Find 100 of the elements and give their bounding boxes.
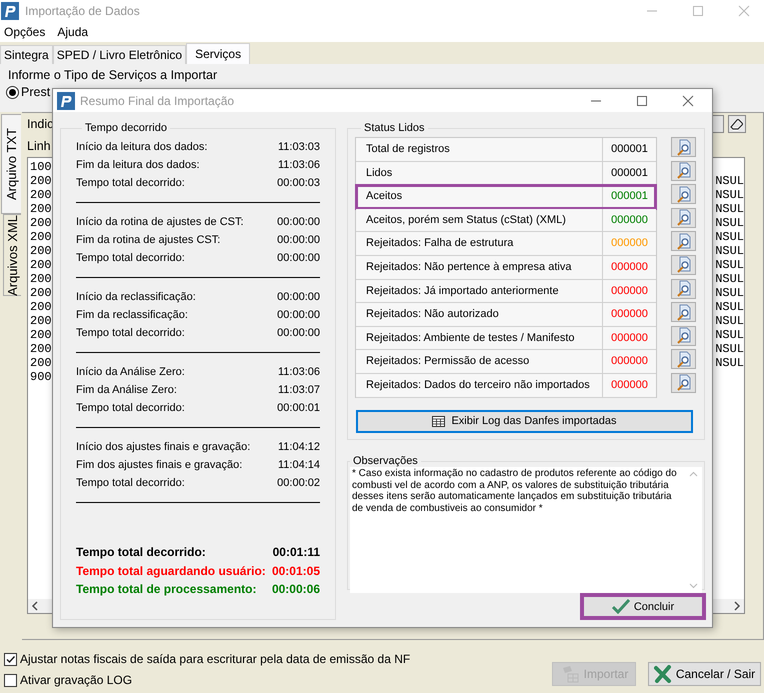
view-details-button[interactable] [671,231,696,252]
time-value: 11:03:03 [278,140,320,155]
time-label: Início dos ajustes finais e gravação: [76,440,250,455]
checkbox-label: Ajustar notas fiscais de saída para escriturar pela data de emissão da NF [20,652,410,666]
group-title: Observações [352,455,419,467]
eraser-button[interactable] [728,115,746,133]
log-line-end: NSUL [715,314,744,328]
log-line-start: 200 [30,356,52,370]
view-details-button[interactable] [671,326,696,346]
log-line-start: 200 [30,314,52,328]
log-line-end: NSUL [715,202,744,216]
tab[interactable]: SPED / Livro Eletrônico [52,45,186,64]
time-value: 00:01:11 [272,544,320,561]
time-value: 11:04:12 [278,440,320,455]
log-line-end: NSUL [715,272,744,286]
scroll-right-icon[interactable] [733,601,741,611]
time-value: 00:00:00 [277,290,320,305]
view-details-button[interactable] [671,349,696,370]
time-value: 11:04:14 [278,458,320,473]
status-label: Aceitos, porém sem Status (cStat) (XML) [356,208,602,232]
log-line-end: NSUL [715,174,744,188]
time-label: Tempo total de processamento: [76,581,256,598]
time-value: 00:00:01 [277,401,320,416]
view-details-button[interactable] [671,208,696,228]
status-count: 000000 [602,350,656,373]
view-details-button[interactable] [671,254,696,275]
close-icon[interactable] [682,94,694,106]
status-label: Rejeitados: Permissão de acesso [356,350,602,373]
tab[interactable]: Serviços [186,43,250,64]
document-search-icon [676,280,692,298]
dialog-title: Resumo Final da Importação [80,94,236,108]
time-label: Tempo total decorrido: [76,401,185,416]
log-line-start: 200 [30,230,52,244]
time-value: 00:01:05 [272,562,320,580]
status-count: 000000 [602,303,656,326]
log-line-end: NSUL [715,300,744,314]
cancel-button[interactable]: Cancelar / Sair [648,662,761,686]
document-search-icon [676,162,692,180]
log-line-end: NSUL [715,258,744,272]
log-line-end: NSUL [715,342,744,356]
document-search-icon [676,256,692,274]
finish-button[interactable]: Concluir [580,593,706,620]
status-count: 000000 [602,208,656,232]
time-label: Fim da Análise Zero: [76,383,177,398]
status-count: 000000 [602,256,656,279]
view-details-button[interactable] [671,160,696,181]
status-label: Rejeitados: Não autorizado [356,303,602,326]
checkbox[interactable] [4,674,17,686]
field-label: Indic [27,116,54,133]
log-line-end: NSUL [715,328,744,342]
log-line-end: NSUL [715,230,744,244]
status-count: 000001 [602,162,656,184]
time-value: 00:00:00 [277,251,320,266]
group-title: Status Lidos [363,122,426,134]
status-count: 000001 [602,138,656,161]
log-line-end: NSUL [715,356,744,370]
view-details-button[interactable] [671,278,696,299]
maximize-icon[interactable] [636,94,648,106]
radio-label: Prest [21,85,50,99]
status-label: Rejeitados: Não pertence à empresa ativa [356,256,602,279]
side-tab[interactable]: Arquivo TXT [1,114,21,214]
status-label: Rejeitados: Ambiente de testes / Manifesto [356,326,602,350]
menu-item[interactable]: Opções [4,24,46,40]
cancel-icon [654,665,672,683]
log-line-end: NSUL [715,244,744,258]
log-line-start: 200 [30,342,52,356]
status-label: Total de registros [356,138,602,161]
time-value: 00:00:02 [277,476,320,491]
log-line-end: NSUL [715,188,744,202]
document-search-icon [676,186,692,203]
time-label: Início da reclassificação: [76,290,196,305]
document-search-icon [676,232,692,250]
checkbox-label: Ativar gravação LOG [20,673,132,687]
menu-item[interactable]: Ajuda [57,24,88,40]
window-title: Importação de Dados [25,4,141,18]
document-search-icon [676,304,692,321]
time-label: Início da Análise Zero: [76,365,185,380]
tab[interactable]: Sintegra [0,45,53,64]
status-label: Rejeitados: Falha de estrutura [356,232,602,255]
time-label: Tempo total decorrido: [76,544,206,561]
view-details-button[interactable] [671,137,696,157]
time-label: Tempo total decorrido: [76,251,185,266]
field-label: Linh [27,138,51,155]
log-line-start: 200 [30,174,52,188]
radio-button[interactable] [6,86,19,98]
show-log-button[interactable]: Exibir Log das Danfes importadas [356,410,693,433]
checkbox[interactable] [4,652,17,666]
view-details-button[interactable] [671,302,696,322]
time-label: Tempo total decorrido: [76,326,185,341]
time-value: 00:00:03 [277,176,320,191]
time-value: 00:00:00 [277,308,320,323]
log-line-start: 200 [30,188,52,202]
status-count: 000000 [602,280,656,302]
side-tab[interactable]: Arquivos XML [3,214,21,296]
status-count: 000001 [602,185,656,208]
scroll-left-icon[interactable] [31,601,39,611]
view-details-button[interactable] [671,184,696,204]
time-label: Tempo total aguardando usuário: [76,562,266,580]
view-details-button[interactable] [671,372,696,393]
document-search-icon [676,209,692,226]
